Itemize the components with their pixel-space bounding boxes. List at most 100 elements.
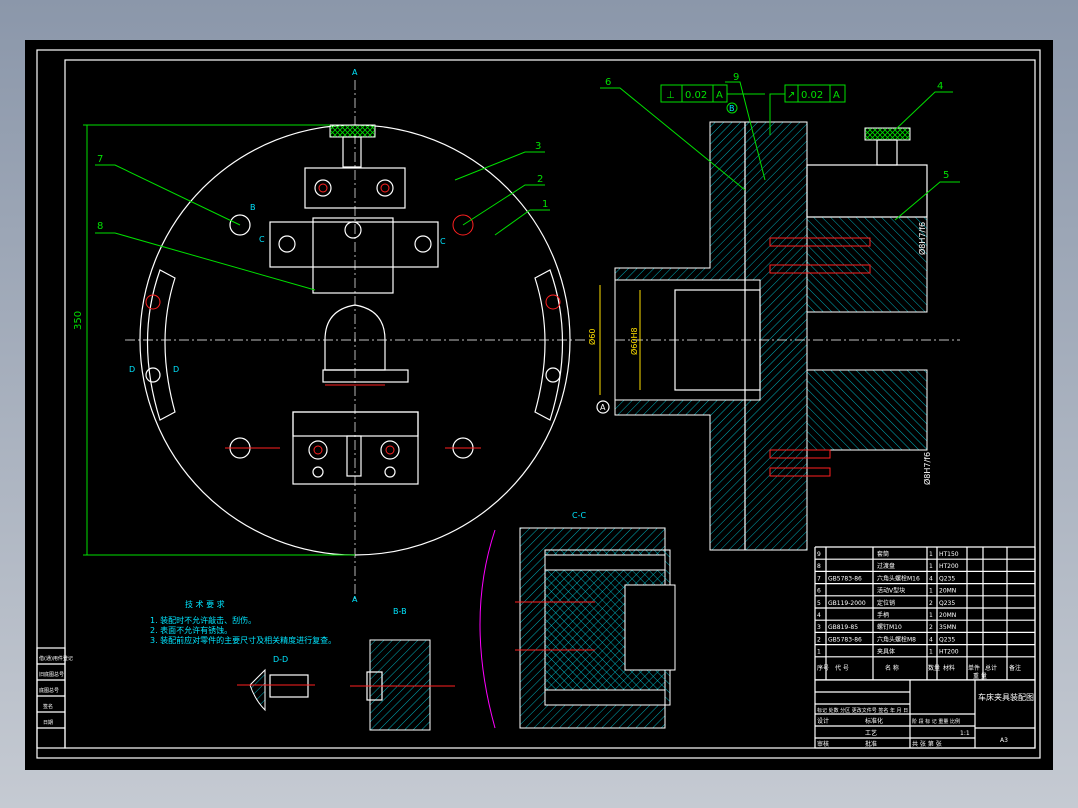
- parts-row-qty: 1: [929, 551, 933, 558]
- revision-row: 标记 处数 分区 更改文件号 签名 年 月 日: [817, 707, 908, 714]
- dimension-350: 350: [73, 311, 84, 330]
- clamp-arm-side: [806, 164, 928, 218]
- parts-header-name: 名 称: [885, 664, 899, 672]
- front-view: 350 A A D D B C C 7 8 3 2 1: [73, 68, 585, 604]
- handle-knob-side: [864, 127, 911, 141]
- callout-1: 1: [542, 199, 548, 210]
- callout-5: 5: [943, 170, 949, 181]
- parts-row-material: 20MN: [939, 612, 956, 619]
- parts-row-qty: 4: [929, 575, 933, 582]
- callout-7: 7: [97, 154, 103, 165]
- section-b-b-label: B-B: [393, 607, 407, 616]
- parts-row-material: Q235: [939, 600, 955, 607]
- callout-8: 8: [97, 221, 103, 232]
- callout-9: 9: [733, 72, 739, 83]
- tech-title: 技 术 要 求: [185, 599, 225, 609]
- stamp-old-base: 旧底图总号: [39, 671, 64, 678]
- parts-row-no: 3: [817, 624, 821, 631]
- parts-row-qty: 1: [929, 563, 933, 570]
- parts-row-qty: 4: [929, 636, 933, 643]
- svg-text:0.02: 0.02: [801, 90, 823, 101]
- process-label: 工艺: [865, 729, 877, 737]
- parts-row-no: 2: [817, 636, 821, 643]
- dimension-fit-pin-top: Ø8H7/f6: [917, 222, 927, 255]
- dimension-fit-bore: Ø60H8: [629, 327, 639, 355]
- dimension-fit-pin-bottom: Ø8H7/f6: [922, 452, 932, 485]
- parts-row-name: 定位销: [877, 599, 895, 607]
- callout-2: 2: [537, 174, 543, 185]
- stamp-borrowed: 借(通)用件登记: [39, 655, 73, 662]
- parts-row-material: HT150: [939, 551, 959, 558]
- stamp-date: 日期: [43, 720, 53, 726]
- standardize-label: 标准化: [865, 717, 883, 725]
- parts-row-no: 1: [817, 649, 821, 656]
- parts-header-total: 总计: [985, 664, 997, 672]
- stage-label: 阶 段 标 记 重量 比例: [912, 718, 960, 725]
- svg-text:A: A: [716, 90, 723, 101]
- parts-header-code: 代 号: [835, 664, 849, 672]
- parts-header-weight: 重 量: [973, 672, 987, 680]
- parts-header-unit: 单件: [968, 664, 980, 672]
- approve-label: 批准: [865, 740, 877, 748]
- parts-row-qty: 1: [929, 649, 933, 656]
- section-d-d-view: D-D: [237, 655, 315, 712]
- parts-header-no: 序号: [817, 664, 829, 672]
- parts-row-material: Q235: [939, 636, 955, 643]
- stamp-base: 底图总号: [39, 687, 59, 694]
- check-label: 审核: [817, 740, 829, 748]
- cad-drawing: 借(通)用件登记 旧底图总号 底图总号 签名 日期 350 A A D D B …: [36, 49, 1041, 759]
- arc-slot-right: [534, 269, 564, 421]
- parts-row-name: 六角头螺栓M8: [877, 635, 916, 643]
- parts-row-name: 过渡盘: [877, 562, 895, 570]
- callout-3: 3: [535, 141, 541, 152]
- parts-row-qty: 1: [929, 612, 933, 619]
- datum-b-circle: B: [729, 104, 735, 113]
- section-c-c-label: C-C: [572, 511, 586, 520]
- drawing-sheet: 借(通)用件登记 旧底图总号 底图总号 签名 日期 350 A A D D B …: [25, 40, 1053, 770]
- design-label: 设计: [817, 717, 829, 725]
- tech-item-2: 2. 表面不允许有锈蚀。: [150, 625, 232, 635]
- parts-row-qty: 1: [929, 588, 933, 595]
- scale-value: 1:1: [960, 730, 970, 737]
- parts-row-no: 7: [817, 575, 821, 582]
- parts-row-material: 20MN: [939, 588, 956, 595]
- side-stamp-column: 借(通)用件登记 旧底图总号 底图总号 签名 日期: [36, 647, 73, 749]
- datum-a: A: [600, 403, 606, 412]
- title-block: 标记 处数 分区 更改文件号 签名 年 月 日 设计 标准化 工艺 审核 批准 …: [814, 679, 1036, 749]
- arc-slot-left: [146, 269, 176, 421]
- parts-row-qty: 2: [929, 600, 933, 607]
- tech-item-1: 1. 装配时不允许敲击、刮伤。: [150, 615, 256, 625]
- handle-knob: [329, 124, 376, 138]
- parts-row-name: 夹具体: [877, 648, 895, 656]
- tech-item-3: 3. 装配前应对零件的主要尺寸及相关精度进行复查。: [150, 635, 336, 645]
- sheet-code: A3: [1000, 737, 1008, 744]
- section-mark-c-right: C: [440, 237, 446, 246]
- section-c-c-view: C-C: [479, 511, 676, 729]
- parts-row-name: 手柄: [877, 611, 889, 619]
- parts-list: 9 套筒 1 HT150 8 过渡盘 1 HT200 7 GB5783-86 六角头螺栓M16 4 Q2…: [814, 546, 1036, 681]
- parts-row-name: 六角头螺栓M16: [877, 574, 920, 582]
- parts-row-no: 5: [817, 600, 821, 607]
- parts-row-no: 8: [817, 563, 821, 570]
- parts-header-remark: 备注: [1009, 664, 1021, 672]
- callout-4: 4: [937, 81, 943, 92]
- dimension-fit-shaft: Ø60: [587, 329, 597, 345]
- parts-header-material: 材料: [943, 664, 955, 672]
- section-d-d-label: D-D: [273, 655, 288, 664]
- parts-row-material: Q235: [939, 575, 955, 582]
- callout-6: 6: [605, 77, 611, 88]
- svg-text:↗: ↗: [787, 90, 795, 101]
- technical-requirements: 技 术 要 求 1. 装配时不允许敲击、刮伤。 2. 表面不允许有锈蚀。 3. …: [150, 599, 336, 645]
- parts-row-name: 活动V型块: [877, 587, 905, 595]
- parts-row-material: 35MN: [939, 624, 956, 631]
- section-mark-b: B: [250, 203, 256, 212]
- drawing-title: 车床夹具装配图: [978, 692, 1034, 702]
- parts-row-name: 螺钉M10: [877, 623, 902, 631]
- parts-row-code: GB5783-86: [828, 575, 862, 582]
- parts-row-no: 6: [817, 588, 821, 595]
- section-mark-d-right: D: [173, 365, 179, 374]
- parts-header-qty: 数量: [928, 664, 940, 672]
- section-mark-d-left: D: [129, 365, 135, 374]
- tolerance-frame-perpendicularity: ⊥ 0.02 A: [660, 84, 765, 103]
- section-mark-a-bottom: A: [352, 595, 358, 604]
